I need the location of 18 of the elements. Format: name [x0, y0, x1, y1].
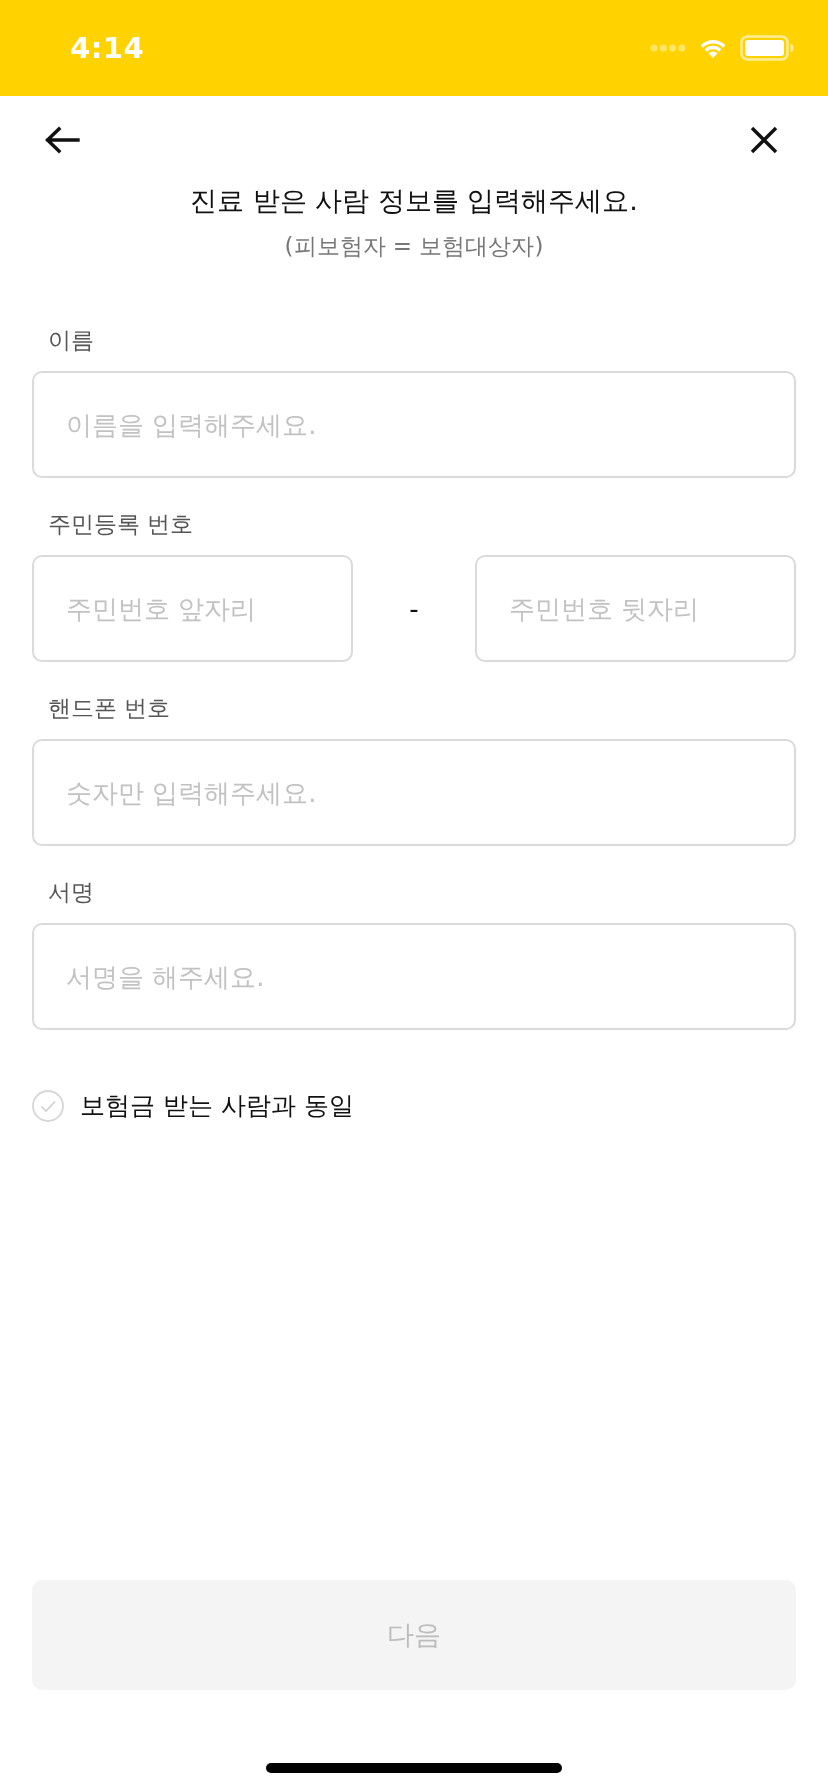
text-input-field[interactable]: 주민번호 앞자리 [32, 555, 353, 662]
dash-separator: - [409, 593, 419, 624]
field-label: 주민등록 번호 [47, 510, 195, 539]
battery-icon [740, 35, 794, 61]
status-time: 4:14 [70, 31, 145, 65]
text-input-field[interactable]: 이름을 입력해주세요. [32, 371, 796, 478]
check-circle-icon[interactable] [32, 1090, 64, 1122]
field-label: 핸드폰 번호 [47, 694, 172, 723]
wifi-icon [698, 37, 728, 59]
field-label: 이름 [47, 326, 95, 355]
checkbox-label[interactable]: 보험금 받는 사람과 동일 [80, 1088, 354, 1124]
text-input-field[interactable]: 주민번호 뒷자리 [475, 555, 796, 662]
page-title: 진료 받은 사람 정보를 입력해주세요. [190, 184, 638, 218]
text-input-field[interactable]: 서명을 해주세요. [32, 923, 796, 1030]
text-input-field[interactable]: 숫자만 입력해주세요. [32, 739, 796, 846]
field-label: 서명 [47, 878, 95, 907]
signal-dots-icon [650, 44, 686, 52]
page-subtitle: (피보험자 = 보험대상자) [284, 232, 544, 261]
